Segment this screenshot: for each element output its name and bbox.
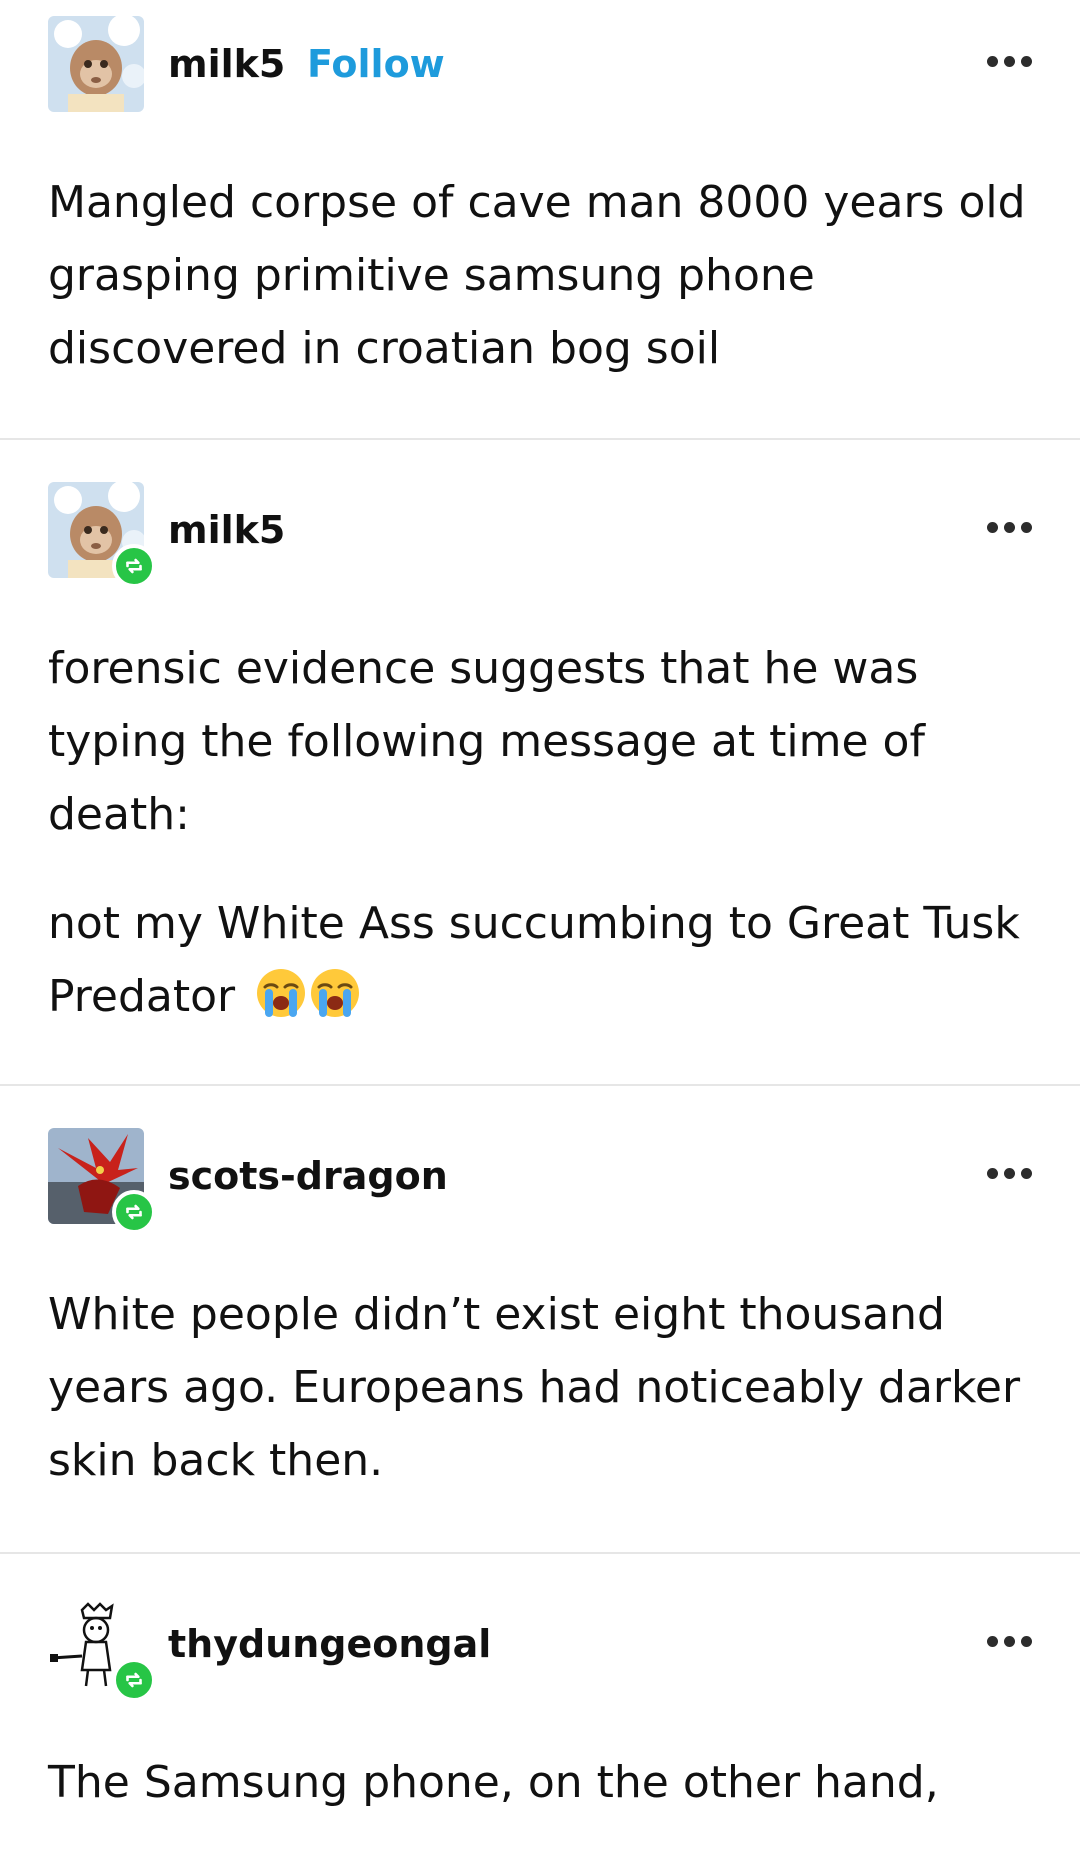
post: milk5 Follow Mangled corpse of cave man … [0,0,1080,440]
loudly-crying-face-icon [309,967,361,1019]
post-body: forensic evidence suggests that he was t… [0,632,1080,1033]
post-paragraph: not my White Ass succumbing to Great Tus… [48,887,1032,1033]
monkey-avatar-image [48,16,144,112]
reblog-icon [112,1190,156,1234]
post-paragraph: Mangled corpse of cave man 8000 years ol… [48,177,1026,374]
post-paragraph-text: not my White Ass succumbing to Great Tus… [48,898,1020,1022]
reblog-icon [112,1658,156,1702]
post-username[interactable]: thydungeongal [168,1620,491,1668]
post-paragraph: forensic evidence suggests that he was t… [48,643,925,840]
post: milk5 forensic evidence suggests that he… [0,440,1080,1086]
avatar-monkey[interactable] [48,16,144,112]
loudly-crying-face-icon [255,967,307,1019]
post-header: milk5 [0,482,1080,588]
post-paragraph: White people didn’t exist eight thousand… [48,1289,1021,1486]
reblog-icon [112,544,156,588]
post-username[interactable]: scots-dragon [168,1152,448,1200]
post-body: The Samsung phone, on the other hand, [0,1746,1080,1819]
ellipsis-icon[interactable] [987,522,1032,533]
post-header: milk5 Follow [0,16,1080,112]
post-username[interactable]: milk5 [168,40,285,88]
post: scots-dragon White people didn’t exist e… [0,1086,1080,1554]
post: thydungeongal The Samsung phone, on the … [0,1554,1080,1864]
ellipsis-icon[interactable] [987,1168,1032,1179]
post-header: thydungeongal [0,1596,1080,1702]
post-body: Mangled corpse of cave man 8000 years ol… [0,166,1080,385]
post-header: scots-dragon [0,1128,1080,1234]
ellipsis-icon[interactable] [987,56,1032,67]
post-body: White people didn’t exist eight thousand… [0,1278,1080,1497]
follow-button[interactable]: Follow [307,40,445,88]
post-username[interactable]: milk5 [168,506,285,554]
post-paragraph: The Samsung phone, on the other hand, [48,1757,939,1808]
ellipsis-icon[interactable] [987,1636,1032,1647]
